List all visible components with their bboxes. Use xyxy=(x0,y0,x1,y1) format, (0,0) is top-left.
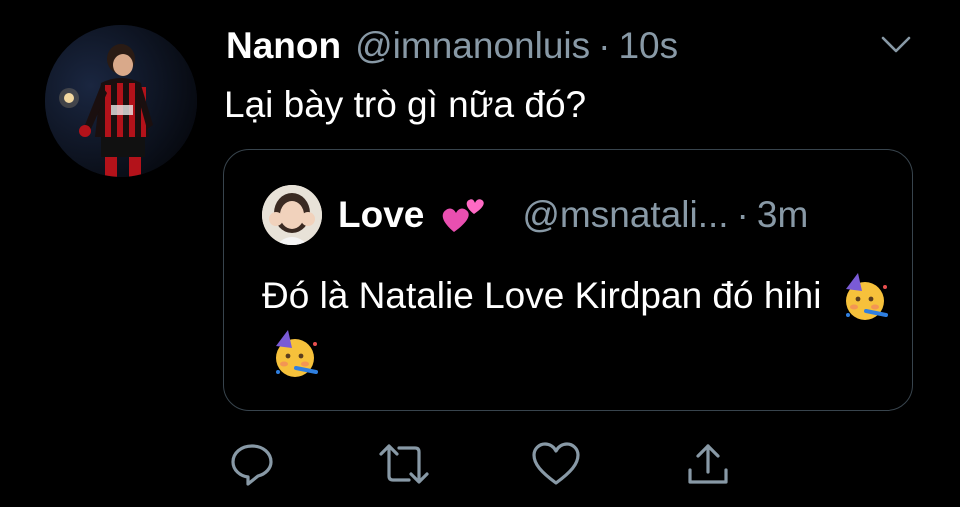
partying-face-icon xyxy=(838,271,892,325)
partying-face-icon xyxy=(268,328,322,382)
retweet-icon[interactable] xyxy=(374,428,434,500)
tweet-text: Lại bày trò gì nữa đó? xyxy=(224,84,587,125)
quoted-tweet-header: Love @msnatali... · 3m xyxy=(338,188,882,242)
quoted-separator-dot: · xyxy=(736,194,749,235)
author-avatar[interactable] xyxy=(45,25,197,177)
two-hearts-icon xyxy=(438,188,492,242)
like-icon[interactable] xyxy=(526,428,586,500)
quoted-tweet-text: Đó là Natalie Love Kirdpan đó hihi xyxy=(262,275,822,316)
tweet-timestamp[interactable]: 10s xyxy=(618,22,678,70)
quoted-tweet-timestamp: 3m xyxy=(756,194,809,235)
separator-dot: · xyxy=(598,25,611,66)
quoted-author-avatar[interactable] xyxy=(262,185,322,245)
quoted-avatar-photo xyxy=(262,185,322,245)
more-options-chevron-icon[interactable] xyxy=(876,30,916,60)
author-name[interactable]: Nanon xyxy=(226,22,341,70)
quoted-author-name: Love xyxy=(338,194,425,235)
tweet-action-bar xyxy=(0,428,960,500)
quoted-tweet-body: Đó là Natalie Love Kirdpan đó hihi xyxy=(262,268,892,382)
quoted-tweet-card[interactable]: Love @msnatali... · 3m Đó là Natalie Lov… xyxy=(223,149,913,411)
tweet-header: Nanon @imnanonluis · 10s xyxy=(226,22,900,70)
share-icon[interactable] xyxy=(678,428,738,500)
author-handle[interactable]: @imnanonluis xyxy=(355,22,590,70)
reply-icon[interactable] xyxy=(222,428,282,500)
quoted-author-handle: @msnatali... xyxy=(522,194,729,235)
avatar-photo xyxy=(45,25,197,177)
